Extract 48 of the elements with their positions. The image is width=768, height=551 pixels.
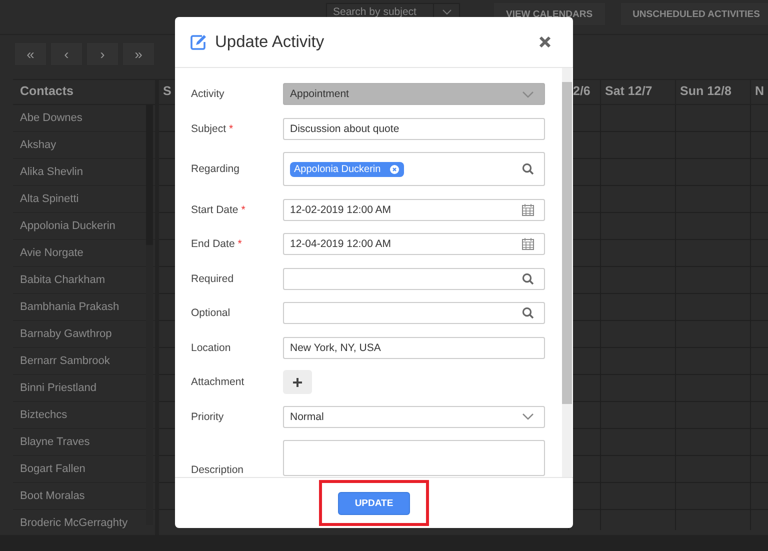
search-icon[interactable] <box>522 272 534 284</box>
day-header: Sat 12/7 <box>605 84 652 98</box>
tag-chip[interactable]: Appolonia Duckerin <box>290 162 404 176</box>
field-label: End Date * <box>191 238 243 250</box>
remove-icon[interactable] <box>390 164 399 174</box>
text-field[interactable]: Discussion about quote <box>283 118 545 140</box>
nav-button[interactable]: « <box>15 43 46 65</box>
plus-icon <box>293 378 302 386</box>
chevron-down-icon <box>522 90 534 98</box>
text-field[interactable]: New York, NY, USA <box>283 336 545 358</box>
field-label: Start Date * <box>191 204 246 216</box>
field-label: Description <box>191 464 245 476</box>
lookup-field[interactable] <box>283 268 545 290</box>
field-label: Required <box>191 272 235 284</box>
field-label: Attachment <box>191 376 246 388</box>
nav-button[interactable]: › <box>87 43 118 65</box>
calendar-icon <box>522 204 534 216</box>
add-attachment-button[interactable] <box>283 370 312 394</box>
description-field[interactable] <box>283 440 545 476</box>
select-field[interactable]: Normal <box>283 406 545 428</box>
day-header: S <box>163 84 172 98</box>
search-icon[interactable] <box>522 307 534 319</box>
toolbar-button[interactable]: UNSCHEDULED ACTIVITIES <box>620 3 768 25</box>
nav-button[interactable]: » <box>123 43 154 65</box>
dialog-title: Update Activity <box>215 32 326 52</box>
field-label: Subject * <box>191 122 234 134</box>
search-icon[interactable] <box>522 163 534 175</box>
day-header: 2/6 <box>573 84 590 98</box>
scrollbar[interactable] <box>562 68 572 477</box>
field-label: Optional <box>191 307 232 319</box>
lookup-field[interactable]: Appolonia Duckerin <box>283 152 545 186</box>
column-header: Contacts <box>13 80 155 105</box>
update-button[interactable]: UPDATE <box>338 492 410 514</box>
field-label: Regarding <box>191 163 240 175</box>
date-field[interactable]: 12-02-2019 12:00 AM <box>283 198 545 220</box>
chevron-down-icon <box>442 9 452 15</box>
field-label: Activity <box>191 88 226 100</box>
field-label: Priority <box>191 410 225 422</box>
edit-icon <box>190 34 207 50</box>
close-icon[interactable] <box>539 36 551 48</box>
chevron-down-icon <box>522 413 534 420</box>
date-field[interactable]: 12-04-2019 12:00 AM <box>283 233 545 255</box>
lookup-field[interactable] <box>283 302 545 324</box>
day-header: Sun 12/8 <box>680 84 732 98</box>
day-header: N <box>755 84 764 98</box>
field-label: Location <box>191 342 232 354</box>
calendar-icon <box>522 238 534 250</box>
nav-button[interactable]: ‹ <box>51 43 82 65</box>
